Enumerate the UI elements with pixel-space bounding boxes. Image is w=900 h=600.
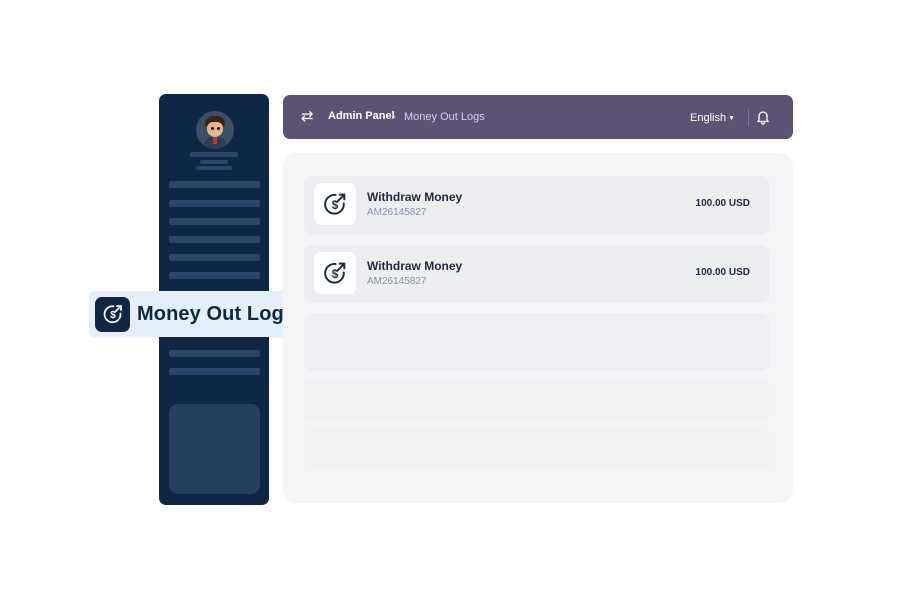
sidebar-item-placeholder[interactable] — [169, 181, 260, 188]
transaction-row[interactable]: $ Withdraw Money AM26145827 100.00 USD — [304, 176, 769, 234]
dollar-circle-arrow-icon: $ — [314, 252, 356, 294]
sidebar-item-placeholder[interactable] — [169, 200, 260, 207]
sidebar-item-placeholder[interactable] — [169, 236, 260, 243]
transaction-amount: 100.00 USD — [695, 198, 750, 209]
sidebar-item-placeholder[interactable] — [169, 254, 260, 261]
transaction-title: Withdraw Money — [367, 259, 463, 273]
transaction-row[interactable]: $ Withdraw Money AM26145827 100.00 USD — [304, 245, 769, 303]
avatar-tie — [213, 137, 217, 144]
transaction-row-placeholder — [304, 313, 769, 371]
transaction-reference: AM26145827 — [367, 207, 427, 218]
svg-text:$: $ — [110, 310, 116, 321]
user-name-placeholder — [190, 152, 238, 157]
svg-text:$: $ — [332, 199, 339, 212]
transaction-amount: 100.00 USD — [695, 267, 750, 278]
top-header: ⇄ Admin Panel › Money Out Logs English ▼ — [283, 95, 793, 139]
transaction-row-placeholder — [304, 429, 769, 469]
avatar-eye — [217, 127, 220, 130]
swap-arrows-icon[interactable]: ⇄ — [301, 108, 314, 125]
svg-text:$: $ — [332, 268, 339, 281]
sidebar-item-label: Money Out Logs — [137, 302, 296, 325]
dollar-circle-arrow-icon: $ — [95, 296, 130, 332]
breadcrumb-root[interactable]: Admin Panel — [328, 110, 395, 122]
transaction-title: Withdraw Money — [367, 190, 463, 204]
sidebar-promo-card — [169, 404, 260, 494]
transaction-reference: AM26145827 — [367, 276, 427, 287]
breadcrumb-separator-icon: › — [392, 109, 396, 123]
breadcrumb-current: Money Out Logs — [404, 111, 485, 123]
avatar-face — [207, 122, 223, 137]
dollar-circle-arrow-icon: $ — [314, 183, 356, 225]
sidebar-item-placeholder[interactable] — [169, 218, 260, 225]
header-divider — [748, 108, 749, 126]
transaction-panel: $ Withdraw Money AM26145827 100.00 USD $… — [283, 153, 793, 503]
transaction-row-placeholder — [304, 380, 769, 420]
avatar-eye — [211, 127, 214, 130]
language-selector[interactable]: English ▼ — [690, 112, 735, 124]
avatar[interactable] — [196, 111, 234, 149]
sidebar-item-placeholder[interactable] — [169, 272, 260, 279]
user-role-placeholder — [200, 160, 228, 164]
sidebar-item-money-out-logs[interactable]: $ Money Out Logs — [89, 291, 308, 337]
bell-icon[interactable] — [756, 109, 770, 125]
sidebar-item-placeholder[interactable] — [169, 350, 260, 357]
caret-down-icon: ▼ — [728, 115, 736, 122]
language-label: English — [690, 112, 727, 124]
sidebar-item-placeholder[interactable] — [169, 368, 260, 375]
user-meta-placeholder — [196, 166, 232, 170]
